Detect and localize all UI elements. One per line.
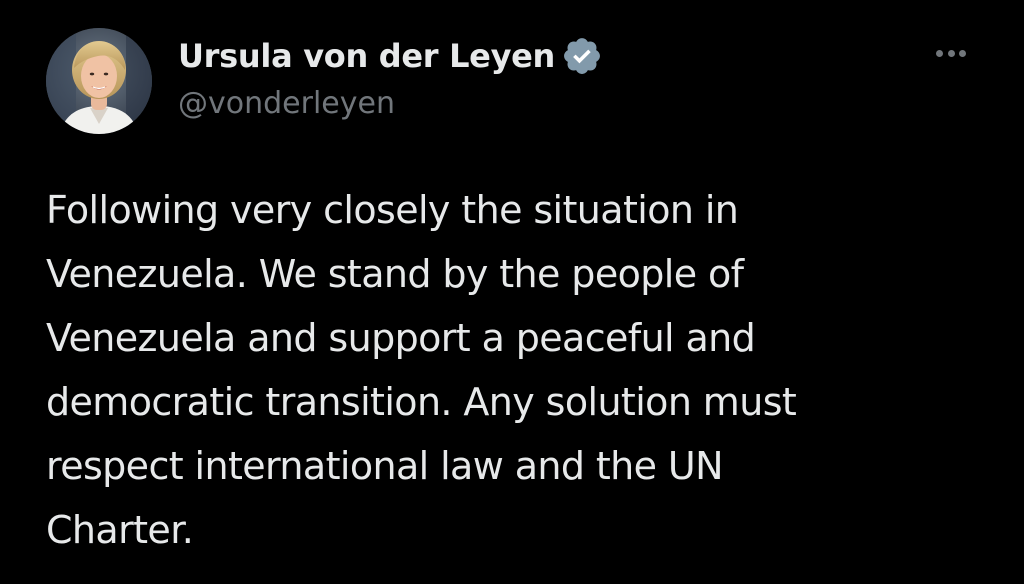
dot — [936, 49, 943, 57]
author-display-name[interactable]: Ursula von der Leyen — [178, 37, 555, 75]
post-text-line: democratic transition. Any solution must — [46, 380, 797, 424]
more-options-icon — [936, 49, 966, 57]
more-options-button[interactable] — [928, 40, 974, 66]
post-text-line: Venezuela and support a peaceful and — [46, 316, 756, 360]
author-handle[interactable]: @vonderleyen — [178, 86, 395, 121]
author-name-row: Ursula von der Leyen — [178, 34, 603, 78]
verified-badge-icon[interactable] — [561, 35, 603, 77]
avatar[interactable] — [46, 28, 152, 134]
dot — [959, 49, 966, 57]
post-text-line: Charter. — [46, 508, 194, 552]
post-card: Ursula von der Leyen @vonderleyen Follow… — [0, 0, 1024, 584]
profile-photo — [46, 28, 152, 134]
post-text-line: Following very closely the situation in — [46, 188, 739, 232]
post-text-line: Venezuela. We stand by the people of — [46, 252, 744, 296]
post-text: Following very closely the situation in … — [46, 178, 996, 562]
dot — [947, 49, 955, 57]
post-text-line: respect international law and the UN — [46, 444, 724, 488]
